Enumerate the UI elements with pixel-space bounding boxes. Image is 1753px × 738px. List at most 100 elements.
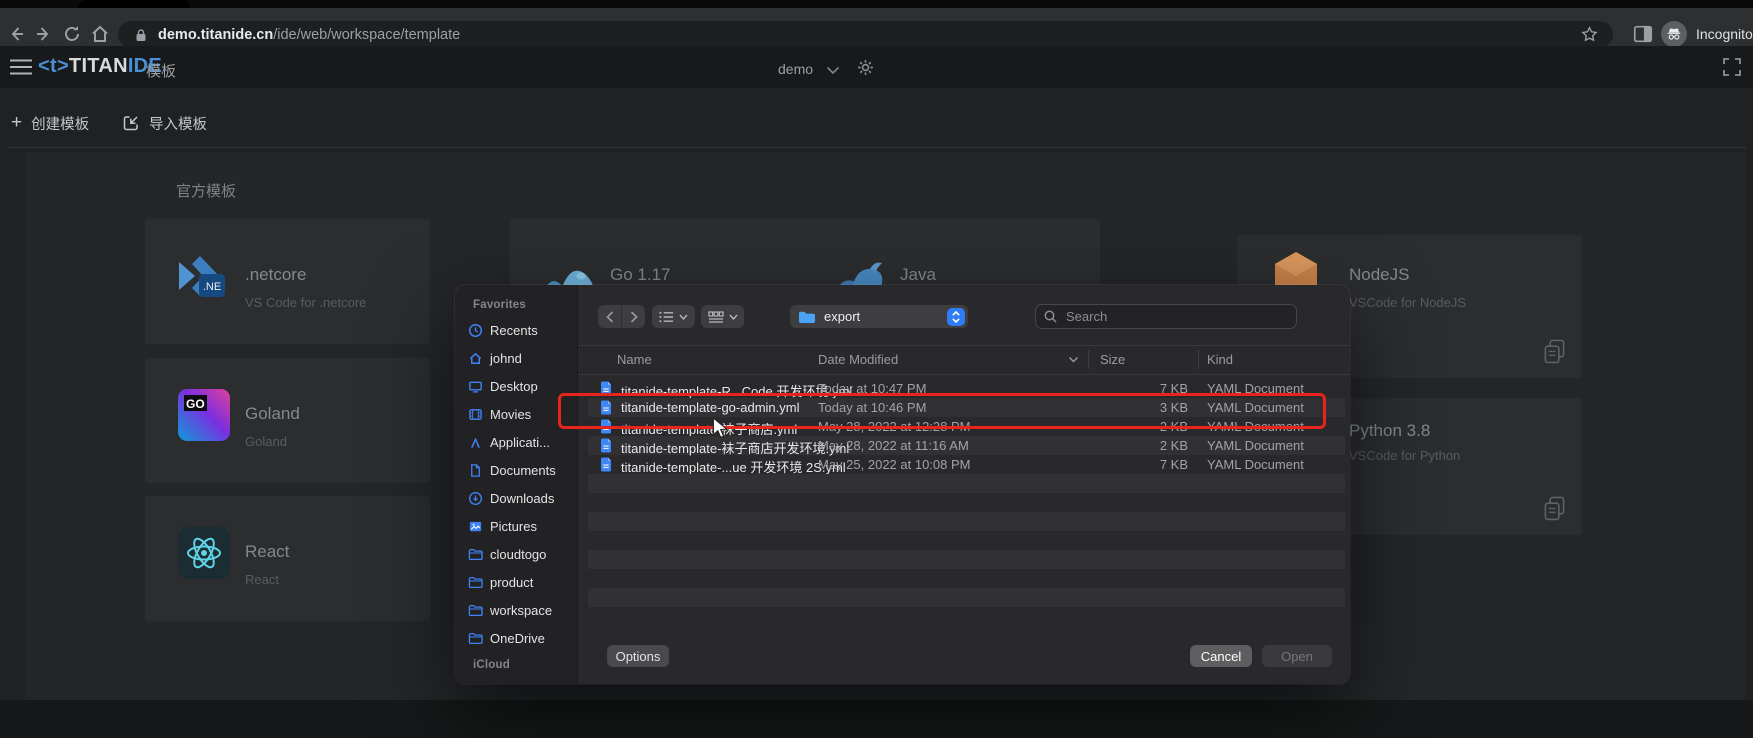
fullscreen-icon[interactable] bbox=[1722, 57, 1742, 77]
reload-icon[interactable] bbox=[62, 24, 82, 44]
titanide-logo[interactable]: <t>TITANIDE bbox=[38, 55, 162, 78]
template-card-goland[interactable]: GOGolandGoland bbox=[145, 358, 430, 483]
yaml-file-icon bbox=[600, 457, 612, 472]
file-row-3[interactable]: titanide-template-袜子商店.ymlMay 28, 2022 a… bbox=[588, 417, 1345, 436]
column-kind[interactable]: Kind bbox=[1207, 352, 1233, 367]
folder-stepper-icon[interactable] bbox=[947, 308, 965, 326]
menu-hamburger-icon[interactable] bbox=[10, 59, 32, 75]
file-name: titanide-template-go-admin.yml bbox=[621, 400, 799, 415]
file-date-modified: May 25, 2022 at 10:08 PM bbox=[818, 457, 970, 472]
search-input[interactable] bbox=[1064, 308, 1268, 325]
card-title: Go 1.17 bbox=[610, 265, 671, 285]
list-view-dropdown[interactable] bbox=[652, 305, 695, 328]
card-subtitle: VSCode for Python bbox=[1349, 448, 1460, 463]
url-text: demo.titanide.cn/ide/web/workspace/templ… bbox=[158, 27, 460, 43]
template-card-dotnet[interactable]: .NE.netcoreVS Code for .netcore bbox=[145, 219, 430, 344]
file-row-1[interactable]: titanide-template-R...Code 开发环境.ymlToday… bbox=[588, 379, 1345, 398]
sidebar-item-workspace[interactable]: workspace bbox=[468, 600, 574, 621]
bookmark-star-icon[interactable] bbox=[1579, 24, 1600, 45]
logo-bracket: <t> bbox=[38, 55, 69, 77]
dialog-forward-button[interactable] bbox=[621, 305, 645, 328]
page-title: 模板 bbox=[146, 60, 176, 81]
sidebar-item-movies[interactable]: Movies bbox=[468, 404, 574, 425]
logo-titan: TITAN bbox=[69, 55, 128, 77]
card-subtitle: VSCode for NodeJS bbox=[1349, 295, 1466, 310]
card-title: Python 3.8 bbox=[1349, 421, 1430, 441]
incognito-avatar[interactable] bbox=[1661, 21, 1687, 47]
chevron-down-icon bbox=[679, 314, 688, 320]
divider bbox=[7, 147, 1746, 148]
file-row-empty bbox=[588, 588, 1345, 607]
side-panel-icon[interactable] bbox=[1632, 23, 1654, 45]
sidebar-item-pictures[interactable]: Pictures bbox=[468, 516, 574, 537]
back-icon[interactable] bbox=[6, 24, 26, 44]
file-row-4[interactable]: titanide-template-袜子商店开发环境.ymlMay 28, 20… bbox=[588, 436, 1345, 455]
appstore-icon bbox=[468, 435, 483, 450]
folder-select[interactable]: export bbox=[790, 305, 968, 328]
import-template-button[interactable]: 导入模板 bbox=[122, 113, 207, 133]
sidebar-item-label: Desktop bbox=[490, 379, 538, 394]
cancel-button[interactable]: Cancel bbox=[1190, 645, 1252, 667]
gear-icon[interactable] bbox=[856, 58, 875, 77]
file-row-5[interactable]: titanide-template-...ue 开发环境 2S.ymlMay 2… bbox=[588, 455, 1345, 474]
address-bar[interactable]: demo.titanide.cn/ide/web/workspace/templ… bbox=[118, 21, 1613, 48]
sidebar-item-johnd[interactable]: johnd bbox=[468, 348, 574, 369]
column-date-modified[interactable]: Date Modified bbox=[818, 352, 898, 367]
grid-view-dropdown[interactable] bbox=[701, 305, 744, 328]
url-host: demo.titanide.cn bbox=[158, 27, 273, 43]
sidebar-item-desktop[interactable]: Desktop bbox=[468, 376, 574, 397]
file-row-2[interactable]: titanide-template-go-admin.ymlToday at 1… bbox=[588, 398, 1345, 417]
sidebar-item-label: Documents bbox=[490, 463, 556, 478]
column-divider bbox=[1198, 350, 1199, 369]
svg-text:GO: GO bbox=[186, 397, 205, 411]
icloud-header: iCloud bbox=[473, 659, 510, 671]
sidebar-item-applicati-[interactable]: Applicati... bbox=[468, 432, 574, 453]
sidebar-item-cloudtogo[interactable]: cloudtogo bbox=[468, 544, 574, 565]
chevron-down-icon[interactable] bbox=[826, 66, 840, 75]
sidebar-item-downloads[interactable]: Downloads bbox=[468, 488, 574, 509]
plus-icon: + bbox=[11, 115, 22, 131]
browser-tabstrip bbox=[0, 0, 1753, 8]
column-name[interactable]: Name bbox=[617, 352, 652, 367]
column-size[interactable]: Size bbox=[1100, 352, 1125, 367]
yaml-file-icon bbox=[600, 419, 612, 434]
search-field[interactable] bbox=[1035, 304, 1297, 329]
url-path: /ide/web/workspace/template bbox=[273, 27, 460, 43]
file-kind: YAML Document bbox=[1207, 419, 1304, 434]
dialog-back-button[interactable] bbox=[598, 305, 621, 328]
document-icon bbox=[468, 463, 483, 478]
section-title: 官方模板 bbox=[176, 180, 236, 201]
template-card-react[interactable]: React React bbox=[145, 496, 430, 621]
file-row-empty bbox=[588, 512, 1345, 531]
sidebar-item-label: Pictures bbox=[490, 519, 537, 534]
template-action-bar: + 创建模板 导入模板 bbox=[0, 88, 1753, 152]
sidebar-item-product[interactable]: product bbox=[468, 572, 574, 593]
card-subtitle: React bbox=[245, 572, 279, 587]
sidebar-item-label: johnd bbox=[490, 351, 522, 366]
incognito-label: Incognito bbox=[1696, 26, 1753, 42]
home-icon[interactable] bbox=[90, 24, 110, 44]
file-size: 2 KB bbox=[1118, 419, 1188, 434]
sidebar-item-documents[interactable]: Documents bbox=[468, 460, 574, 481]
sidebar-item-label: Downloads bbox=[490, 491, 554, 506]
card-title: React bbox=[245, 542, 289, 562]
file-row-empty bbox=[588, 493, 1345, 512]
search-icon bbox=[1044, 310, 1057, 323]
file-open-dialog: Favorites RecentsjohndDesktopMoviesAppli… bbox=[455, 285, 1350, 684]
card-title: NodeJS bbox=[1349, 265, 1409, 285]
yaml-file-icon bbox=[600, 381, 612, 396]
app-header: <t>TITANIDE 模板 demo bbox=[0, 46, 1753, 89]
file-row-empty bbox=[588, 607, 1345, 626]
browser-tab[interactable] bbox=[78, 0, 190, 8]
sidebar-item-onedrive[interactable]: OneDrive bbox=[468, 628, 574, 649]
open-button[interactable]: Open bbox=[1262, 645, 1332, 667]
screen: demo.titanide.cn/ide/web/workspace/templ… bbox=[0, 0, 1753, 738]
home-icon bbox=[468, 351, 483, 366]
workspace-selector[interactable]: demo bbox=[778, 61, 813, 77]
create-template-button[interactable]: + 创建模板 bbox=[11, 113, 89, 133]
options-button[interactable]: Options bbox=[607, 645, 669, 667]
file-kind: YAML Document bbox=[1207, 381, 1304, 396]
download-icon bbox=[468, 491, 483, 506]
forward-icon[interactable] bbox=[34, 24, 54, 44]
sidebar-item-recents[interactable]: Recents bbox=[468, 320, 574, 341]
